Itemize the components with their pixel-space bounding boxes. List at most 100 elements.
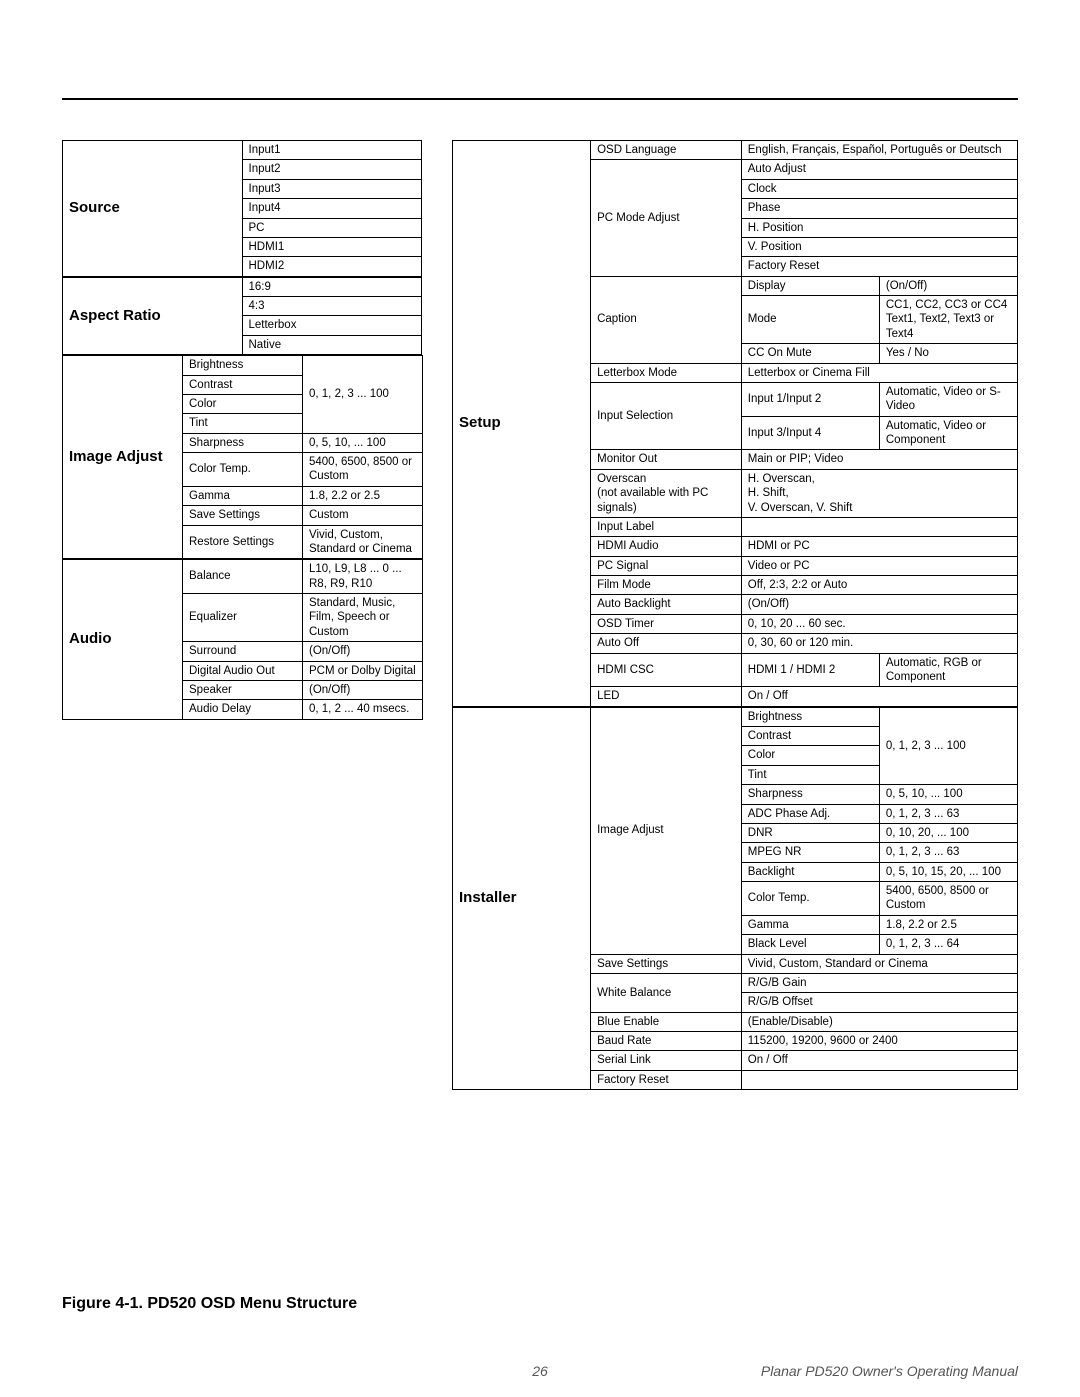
top-rule xyxy=(62,98,1018,100)
table-cell: Input4 xyxy=(242,199,422,218)
table-cell: Automatic, RGB or Component xyxy=(879,653,1017,687)
table-cell: Letterbox or Cinema Fill xyxy=(741,363,1017,382)
table-cell: Auto Backlight xyxy=(591,595,742,614)
menu-table: SetupOSD LanguageEnglish, Français, Espa… xyxy=(452,140,1018,707)
table-cell: CC1, CC2, CC3 or CC4Text1, Text2, Text3 … xyxy=(879,296,1017,344)
table-row: InstallerImage AdjustBrightness0, 1, 2, … xyxy=(453,707,1018,726)
table-cell: H. Position xyxy=(741,218,1017,237)
table-cell: Speaker xyxy=(183,680,303,699)
right-column: SetupOSD LanguageEnglish, Français, Espa… xyxy=(452,140,1018,1090)
table-cell: Native xyxy=(242,335,422,354)
table-cell: Input2 xyxy=(242,160,422,179)
table-cell: 115200, 19200, 9600 or 2400 xyxy=(741,1032,1017,1051)
table-cell: Image Adjust xyxy=(591,707,742,954)
table-cell: Backlight xyxy=(741,862,879,881)
table-cell: On / Off xyxy=(741,687,1017,706)
table-cell: (On/Off) xyxy=(741,595,1017,614)
table-cell: Film Mode xyxy=(591,576,742,595)
table-cell: Input 3/Input 4 xyxy=(741,416,879,450)
table-cell: Input3 xyxy=(242,179,422,198)
table-cell: OSD Timer xyxy=(591,614,742,633)
table-cell: Digital Audio Out xyxy=(183,661,303,680)
table-cell: White Balance xyxy=(591,973,742,1012)
table-cell: Contrast xyxy=(183,375,303,394)
table-cell: Input Selection xyxy=(591,382,742,450)
table-cell: (On/Off) xyxy=(303,680,423,699)
table-cell: Standard, Music, Film, Speech or Custom xyxy=(303,594,423,642)
table-cell: Tint xyxy=(183,414,303,433)
section-header: Source xyxy=(63,141,243,277)
table-cell: 5400, 6500, 8500 or Custom xyxy=(303,453,423,487)
table-cell: Color xyxy=(741,746,879,765)
table-cell: 0, 1, 2, 3 ... 63 xyxy=(879,843,1017,862)
menu-table: Aspect Ratio16:94:3LetterboxNative xyxy=(62,277,422,356)
table-cell: HDMI2 xyxy=(242,257,422,276)
table-cell: MPEG NR xyxy=(741,843,879,862)
table-cell: V. Position xyxy=(741,237,1017,256)
table-cell: 0, 10, 20 ... 60 sec. xyxy=(741,614,1017,633)
table-cell: Black Level xyxy=(741,935,879,954)
table-cell: Display xyxy=(741,276,879,295)
table-cell: ADC Phase Adj. xyxy=(741,804,879,823)
menu-table: AudioBalanceL10, L9, L8 ... 0 ... R8, R9… xyxy=(62,559,423,719)
table-cell: 0, 5, 10, 15, 20, ... 100 xyxy=(879,862,1017,881)
table-cell: 0, 1, 2, 3 ... 63 xyxy=(879,804,1017,823)
table-row: SourceInput1 xyxy=(63,141,422,160)
table-cell: Automatic, Video or Component xyxy=(879,416,1017,450)
table-cell: 1.8, 2.2 or 2.5 xyxy=(879,915,1017,934)
table-cell: Audio Delay xyxy=(183,700,303,719)
table-cell: Auto Adjust xyxy=(741,160,1017,179)
section-header: Aspect Ratio xyxy=(63,277,243,355)
table-cell: Input 1/Input 2 xyxy=(741,382,879,416)
table-cell: Surround xyxy=(183,642,303,661)
table-cell: 5400, 6500, 8500 or Custom xyxy=(879,882,1017,916)
table-cell: Phase xyxy=(741,199,1017,218)
footer-text: Planar PD520 Owner's Operating Manual xyxy=(761,1363,1018,1379)
table-cell: Letterbox xyxy=(242,316,422,335)
table-cell: Restore Settings xyxy=(183,525,303,559)
table-cell: Input1 xyxy=(242,141,422,160)
table-cell: 0, 10, 20, ... 100 xyxy=(879,823,1017,842)
section-header: Image Adjust xyxy=(63,356,183,559)
table-cell: Equalizer xyxy=(183,594,303,642)
table-cell: 16:9 xyxy=(242,277,422,296)
table-cell: Custom xyxy=(303,506,423,525)
content-area: SourceInput1Input2Input3Input4PCHDMI1HDM… xyxy=(62,140,1018,1090)
table-cell: PC xyxy=(242,218,422,237)
table-cell: Brightness xyxy=(741,707,879,726)
table-cell: HDMI CSC xyxy=(591,653,742,687)
table-cell: HDMI or PC xyxy=(741,537,1017,556)
figure-caption: Figure 4-1. PD520 OSD Menu Structure xyxy=(62,1295,357,1313)
table-cell: Factory Reset xyxy=(591,1070,742,1089)
table-cell: Sharpness xyxy=(741,785,879,804)
table-cell: Input Label xyxy=(591,517,742,536)
table-row: SetupOSD LanguageEnglish, Français, Espa… xyxy=(453,141,1018,160)
table-cell xyxy=(741,1070,1017,1089)
table-cell: Auto Off xyxy=(591,634,742,653)
table-cell: 1.8, 2.2 or 2.5 xyxy=(303,486,423,505)
table-cell: Caption xyxy=(591,276,742,363)
table-cell: Off, 2:3, 2:2 or Auto xyxy=(741,576,1017,595)
table-cell: Save Settings xyxy=(591,954,742,973)
table-row: Image AdjustBrightness0, 1, 2, 3 ... 100 xyxy=(63,356,423,375)
table-row: AudioBalanceL10, L9, L8 ... 0 ... R8, R9… xyxy=(63,560,423,594)
table-cell: On / Off xyxy=(741,1051,1017,1070)
table-cell: Gamma xyxy=(183,486,303,505)
table-cell: DNR xyxy=(741,823,879,842)
table-cell: Brightness xyxy=(183,356,303,375)
table-cell: PC Signal xyxy=(591,556,742,575)
table-cell: (On/Off) xyxy=(879,276,1017,295)
table-cell: HDMI Audio xyxy=(591,537,742,556)
table-cell: R/G/B Gain xyxy=(741,973,1017,992)
section-header: Audio xyxy=(63,560,183,719)
table-cell: Letterbox Mode xyxy=(591,363,742,382)
table-cell: Factory Reset xyxy=(741,257,1017,276)
table-cell: PCM or Dolby Digital xyxy=(303,661,423,680)
table-cell: CC On Mute xyxy=(741,344,879,363)
table-cell: 0, 1, 2, 3 ... 64 xyxy=(879,935,1017,954)
table-cell: (On/Off) xyxy=(303,642,423,661)
left-column: SourceInput1Input2Input3Input4PCHDMI1HDM… xyxy=(62,140,422,1090)
section-header: Setup xyxy=(453,141,591,707)
table-cell: L10, L9, L8 ... 0 ... R8, R9, R10 xyxy=(303,560,423,594)
table-cell: English, Français, Español, Português or… xyxy=(741,141,1017,160)
